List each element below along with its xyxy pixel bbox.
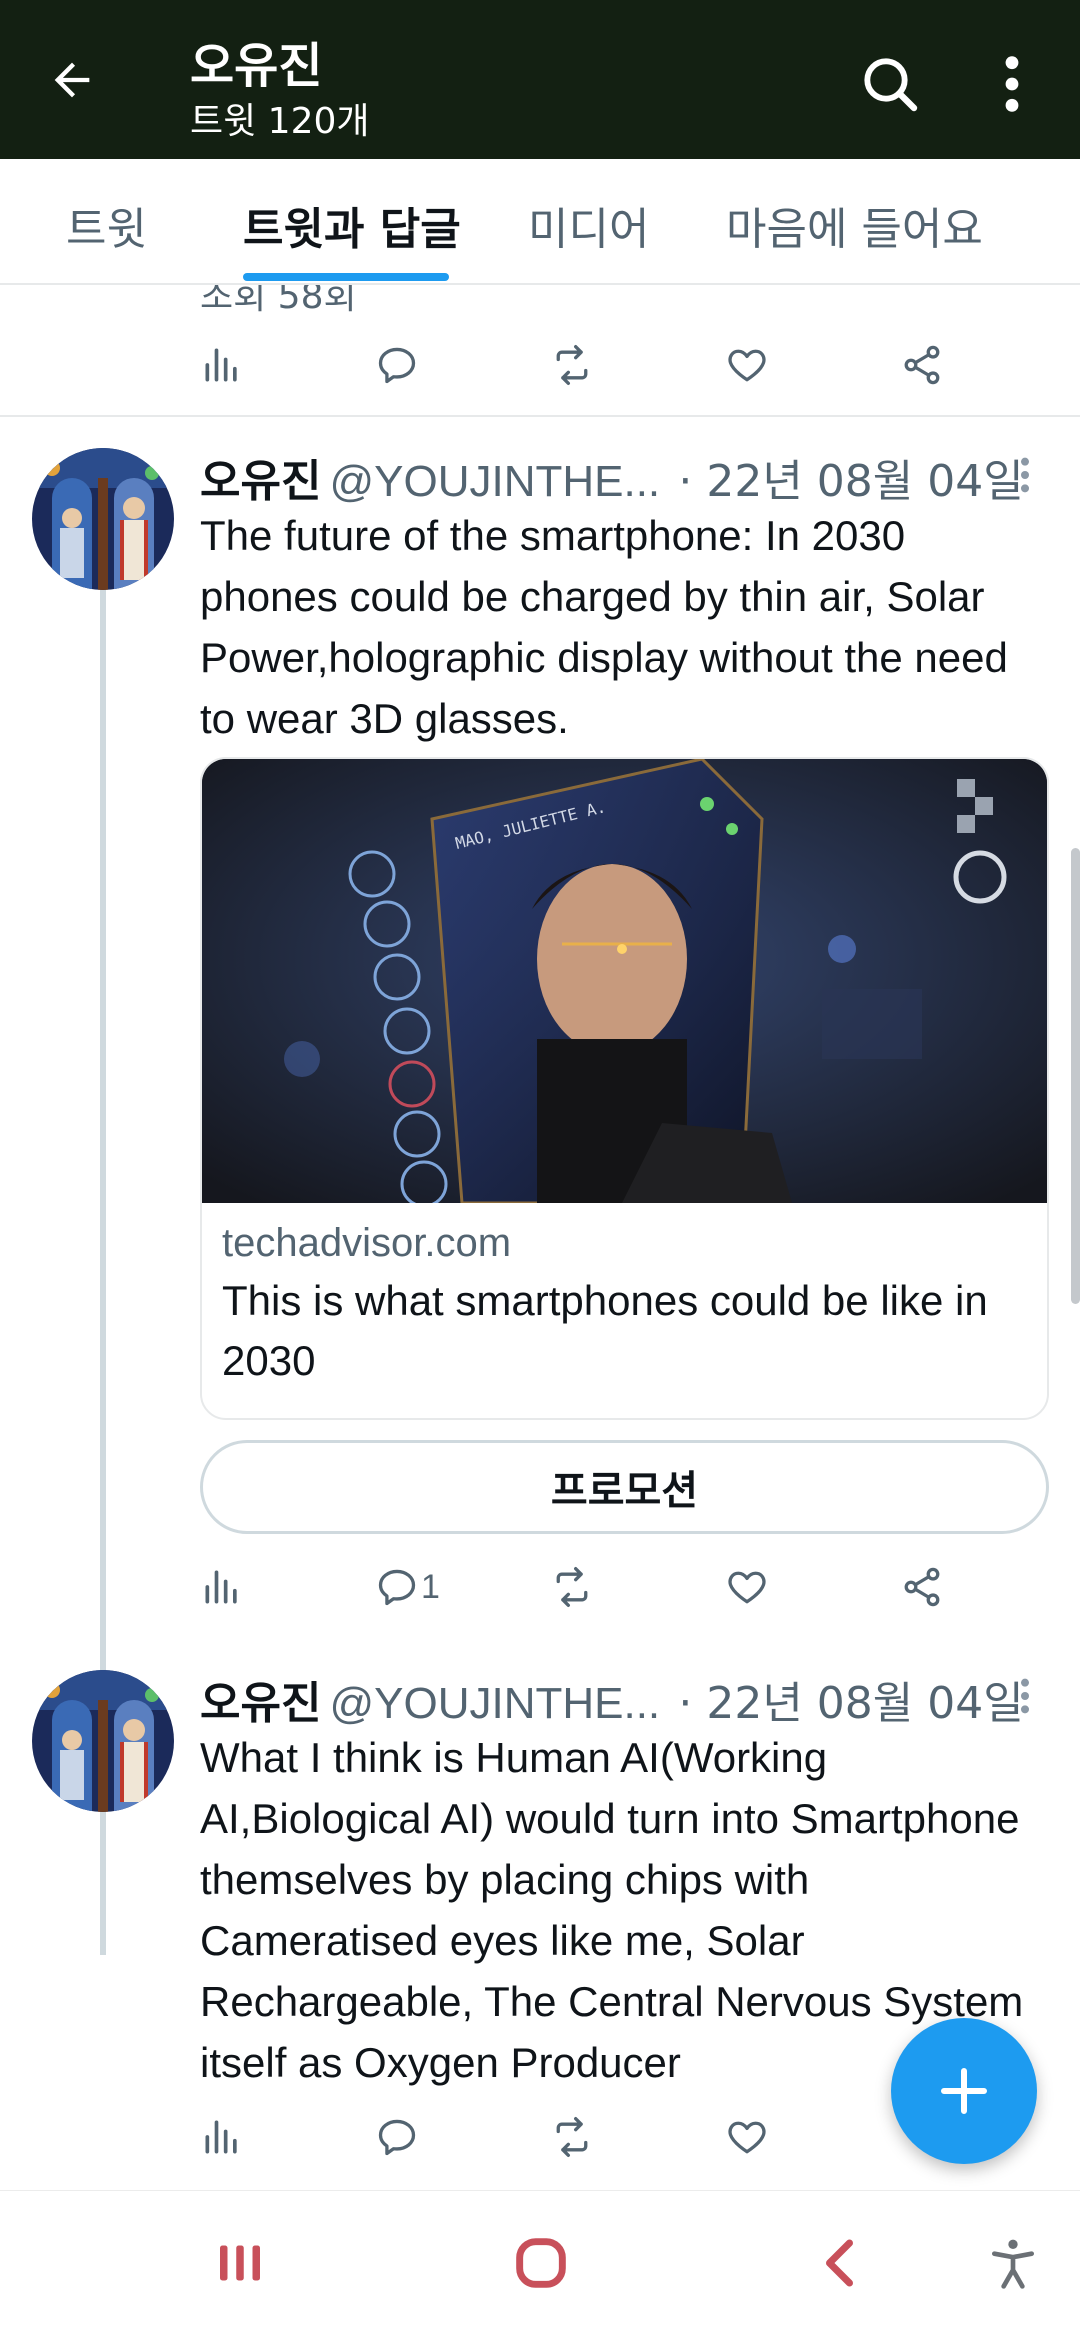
- analytics-button[interactable]: [200, 2107, 244, 2167]
- profile-tabs: 트윗 트윗과 답글 미디어 마음에 들어요: [0, 159, 1080, 285]
- back-navigation-button[interactable]: [797, 2221, 887, 2305]
- tab-tweets-and-replies[interactable]: 트윗과 답글: [243, 193, 461, 257]
- tweet-divider: [0, 415, 1080, 417]
- search-button[interactable]: [858, 52, 922, 116]
- reply-button[interactable]: [375, 2107, 419, 2167]
- tweet-count: 트윗 120개: [190, 101, 370, 142]
- scrollbar[interactable]: [1071, 848, 1080, 1304]
- link-card[interactable]: MAO, JULIETTE A. techadvisor.com This is…: [200, 757, 1049, 1420]
- tweet-header: 오유진 @YOUJINTHE... · 22년 08월 04일: [200, 1667, 1040, 1729]
- tweet-more-button[interactable]: [1010, 450, 1040, 500]
- compose-tweet-button[interactable]: [891, 2018, 1037, 2164]
- more-vertical-icon: [1021, 457, 1029, 493]
- more-vertical-icon: [1005, 56, 1019, 112]
- tweet-date[interactable]: · 22년 08월 04일: [678, 1678, 1023, 1729]
- share-icon: [904, 1567, 940, 1607]
- home-button[interactable]: [496, 2221, 586, 2305]
- search-icon: [864, 58, 918, 112]
- like-button[interactable]: [725, 1557, 769, 1617]
- tweet-header: [200, 297, 1040, 357]
- link-card-domain: techadvisor.com: [222, 1221, 512, 1265]
- avatar[interactable]: [32, 448, 174, 590]
- profile-header: 오유진 트윗 120개: [0, 0, 1080, 159]
- like-button[interactable]: [725, 2107, 769, 2167]
- retweet-icon: [556, 2117, 588, 2157]
- tab-tweets[interactable]: 트윗: [66, 193, 147, 257]
- tweet-date[interactable]: · 22년 08월 04일: [678, 456, 1023, 507]
- more-options-button[interactable]: [990, 52, 1034, 116]
- system-navigation-bar: [0, 2190, 1080, 2333]
- tweet-feed[interactable]: 조회 58회 오유진 @YOUJINTHE... · 22년 08월 04일 T…: [0, 285, 1080, 2190]
- retweet-button[interactable]: [550, 2107, 594, 2167]
- more-vertical-icon: [1021, 1678, 1029, 1714]
- analytics-icon: [205, 1570, 237, 1604]
- recent-apps-icon: [220, 2245, 260, 2281]
- avatar[interactable]: [32, 1670, 174, 1812]
- recent-apps-button[interactable]: [195, 2221, 285, 2305]
- tweet-actions: 1: [200, 1557, 980, 1617]
- promotion-button[interactable]: 프로모션: [200, 1440, 1049, 1534]
- home-icon: [516, 2238, 566, 2288]
- reply-button[interactable]: 1: [375, 1557, 440, 1617]
- author-handle[interactable]: @YOUJINTHE...: [329, 1679, 660, 1728]
- avatar-stained-glass-image: [32, 1670, 174, 1812]
- reply-icon: [378, 2119, 416, 2156]
- active-tab-indicator: [243, 273, 449, 281]
- tweet-header: 오유진 @YOUJINTHE... · 22년 08월 04일: [200, 445, 1040, 507]
- accessibility-icon: [992, 2239, 1034, 2289]
- tab-media[interactable]: 미디어: [528, 193, 649, 257]
- back-chevron-icon: [826, 2239, 853, 2287]
- accessibility-button[interactable]: [968, 2221, 1058, 2305]
- hologram-phone-image: MAO, JULIETTE A.: [202, 759, 1047, 1203]
- tweet-actions: [200, 2107, 980, 2167]
- retweet-icon: [556, 1567, 588, 1607]
- back-button[interactable]: [40, 48, 104, 112]
- author-name[interactable]: 오유진: [200, 456, 321, 507]
- link-card-title: This is what smartphones could be like i…: [222, 1277, 988, 1384]
- arrow-left-icon: [54, 62, 90, 98]
- heart-icon: [728, 1571, 766, 1604]
- tweet-more-button[interactable]: [1010, 1671, 1040, 1721]
- share-button[interactable]: [900, 1557, 944, 1617]
- tab-likes[interactable]: 마음에 들어요: [726, 193, 983, 257]
- retweet-button[interactable]: [550, 1557, 594, 1617]
- link-card-image[interactable]: MAO, JULIETTE A.: [202, 759, 1047, 1203]
- author-handle[interactable]: @YOUJINTHE...: [329, 457, 660, 506]
- avatar-stained-glass-image: [32, 448, 174, 590]
- analytics-button[interactable]: [200, 1557, 244, 1617]
- tweet-text: The future of the smartphone: In 2030 ph…: [200, 512, 1008, 742]
- heart-icon: [728, 2121, 766, 2154]
- profile-name: 오유진: [190, 38, 323, 94]
- analytics-icon: [205, 2120, 237, 2154]
- plus-icon: [941, 2068, 987, 2114]
- reply-icon: [378, 1569, 416, 1606]
- reply-count: 1: [421, 1567, 440, 1606]
- author-name[interactable]: 오유진: [200, 1678, 321, 1729]
